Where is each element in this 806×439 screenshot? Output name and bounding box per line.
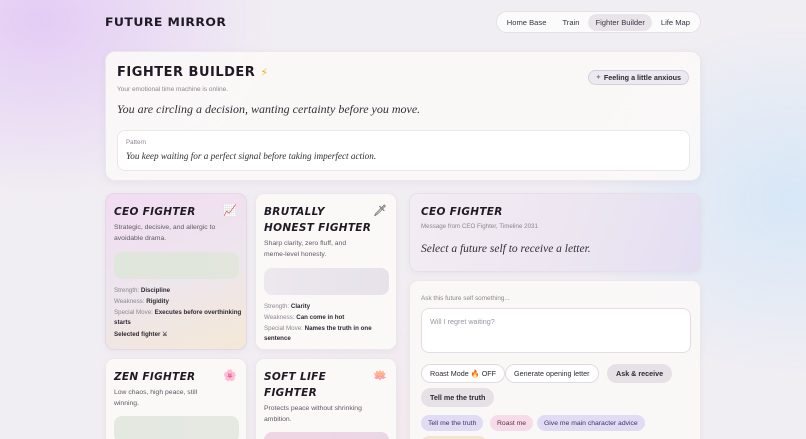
suggestion-chip-main-character[interactable]: Give me main character advice — [537, 415, 645, 431]
fighter-description: Low chaos, high peace, still winning. — [114, 389, 198, 407]
letter-panel: CEO FIGHTER Message from CEO Fighter, Ti… — [409, 193, 701, 272]
top-bar: FUTURE MIRROR Home Base Train Fighter Bu… — [105, 11, 701, 33]
pattern-box: Pattern You keep waiting for a perfect s… — [117, 130, 690, 171]
mood-label: Feeling a little anxious — [603, 73, 681, 82]
fighter-bar — [114, 416, 239, 439]
generate-letter-button[interactable]: Generate opening letter — [505, 364, 599, 383]
ask-receive-button[interactable]: Ask & receive — [607, 364, 673, 383]
nav-fighter-builder[interactable]: Fighter Builder — [588, 13, 652, 31]
ask-input[interactable] — [421, 308, 691, 353]
fighter-weakness: Weakness: Rigidity — [114, 298, 169, 305]
letter-body: Select a future self to receive a letter… — [421, 243, 591, 255]
nav-train[interactable]: Train — [555, 14, 586, 31]
fighter-strength: Strength: Discipline — [114, 287, 171, 294]
ask-panel: Ask this future self something... Roast … — [409, 280, 701, 439]
hero-title-row: FIGHTER BUILDER ⚡ — [117, 65, 268, 80]
letter-title: CEO FIGHTER — [421, 206, 503, 218]
fighter-bar — [264, 268, 389, 295]
main-nav: Home Base Train Fighter Builder Life Map — [495, 11, 701, 33]
selected-fighter-label: Selected fighter ⚔ — [114, 331, 168, 338]
fighter-special-move: Special Move: Executes before overthinki… — [114, 309, 242, 326]
page-title: FIGHTER BUILDER — [117, 65, 256, 80]
fighter-weakness: Weakness: Can come in hot — [264, 314, 345, 321]
suggestion-chip-roast[interactable]: Roast me — [490, 415, 534, 431]
fighter-card-soft-life[interactable]: SOFT LIFE FIGHTER 🪷 Protects peace witho… — [255, 358, 397, 439]
pattern-text: You keep waiting for a perfect signal be… — [126, 151, 377, 161]
nav-life-map[interactable]: Life Map — [654, 14, 697, 31]
fighter-description: Strategic, decisive, and allergic to avo… — [114, 224, 216, 242]
pattern-label: Pattern — [126, 139, 146, 146]
hero-statement: You are circling a decision, wanting cer… — [117, 102, 421, 116]
fighter-bar — [114, 252, 239, 279]
brand-logo[interactable]: FUTURE MIRROR — [105, 15, 226, 29]
dagger-icon: 🗡 — [373, 204, 387, 217]
blossom-icon: 🌸 — [223, 369, 237, 382]
letter-meta: Message from CEO Fighter, Timeline 2031 — [421, 223, 538, 230]
fighter-card-zen[interactable]: ZEN FIGHTER 🌸 Low chaos, high peace, sti… — [105, 358, 247, 439]
fighter-card-ceo[interactable]: CEO FIGHTER 📈 Strategic, decisive, and a… — [105, 193, 247, 350]
tell-truth-button[interactable]: Tell me the truth — [421, 388, 495, 407]
fighter-description: Protects peace without shrinking ambitio… — [264, 405, 362, 423]
nav-home-base[interactable]: Home Base — [500, 14, 554, 31]
mood-badge[interactable]: ✦ Feeling a little anxious — [587, 70, 689, 85]
chart-icon: 📈 — [223, 204, 237, 217]
fighter-name: BRUTALLY HONEST FIGHTER — [264, 206, 372, 234]
fighter-special-move: Special Move: Names the truth in one sen… — [264, 325, 372, 342]
hero-subtitle: Your emotional time machine is online. — [117, 86, 229, 93]
fighter-description: Sharp clarity, zero fluff, and meme-leve… — [264, 240, 347, 258]
fighter-name: ZEN FIGHTER — [114, 371, 196, 383]
ask-label: Ask this future self something... — [421, 295, 510, 302]
fighter-card-brutally-honest[interactable]: BRUTALLY HONEST FIGHTER 🗡 Sharp clarity,… — [255, 193, 397, 350]
fighter-name: SOFT LIFE FIGHTER — [264, 371, 327, 399]
fighter-strength: Strength: Clarity — [264, 303, 311, 310]
lotus-icon: 🪷 — [373, 369, 387, 382]
roast-mode-toggle[interactable]: Roast Mode 🔥 OFF — [421, 364, 506, 383]
hero-panel: FIGHTER BUILDER ⚡ Your emotional time ma… — [105, 51, 701, 181]
sparkle-icon: ✦ — [595, 75, 601, 81]
fighter-bar — [264, 432, 389, 439]
lightning-icon: ⚡ — [260, 66, 269, 79]
suggestion-chip-truth[interactable]: Tell me the truth — [421, 415, 484, 431]
fighter-name: CEO FIGHTER — [114, 206, 196, 218]
